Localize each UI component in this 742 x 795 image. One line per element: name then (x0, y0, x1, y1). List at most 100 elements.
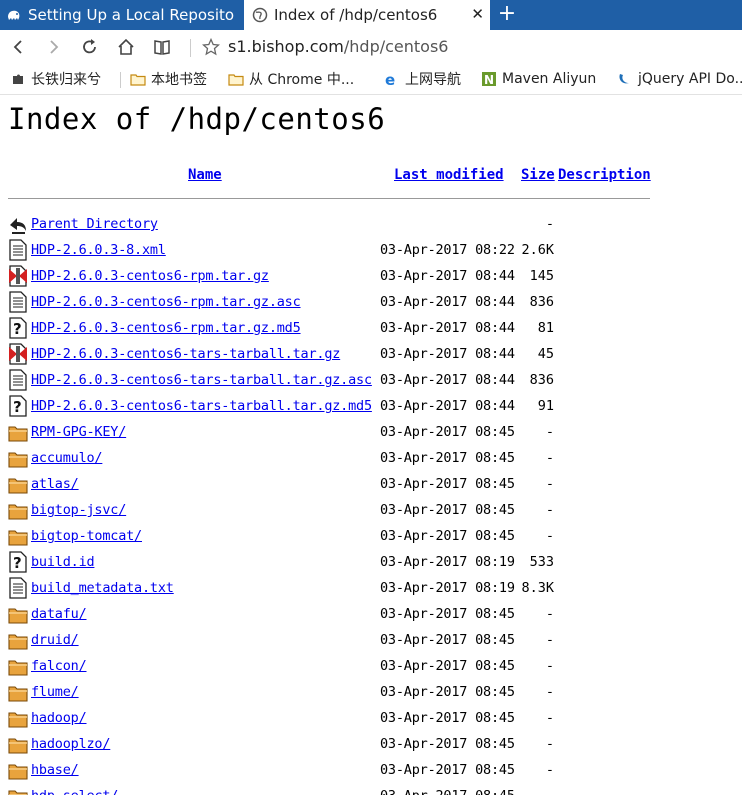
file-size: - (545, 450, 554, 466)
compressed-file-icon (8, 343, 28, 365)
folder-icon (228, 74, 244, 86)
bookmark-folder[interactable]: 本地书签 (130, 70, 207, 88)
file-link[interactable]: build.id (31, 554, 95, 570)
file-link[interactable]: bigtop-tomcat/ (31, 528, 142, 544)
last-modified: 03-Apr-2017 08:44 (380, 320, 515, 336)
file-link[interactable]: HDP-2.6.0.3-centos6-tars-tarball.tar.gz.… (31, 372, 372, 388)
file-link[interactable]: HDP-2.6.0.3-centos6-rpm.tar.gz (31, 268, 269, 284)
table-row: hadooplzo/03-Apr-2017 08:45 - (0, 731, 742, 757)
file-link[interactable]: hadooplzo/ (31, 736, 110, 752)
file-link[interactable]: falcon/ (31, 658, 87, 674)
table-row: accumulo/03-Apr-2017 08:45 - (0, 445, 742, 471)
bookmark-star-button[interactable] (199, 35, 223, 59)
column-description-link[interactable]: Description (558, 167, 651, 183)
file-link[interactable]: HDP-2.6.0.3-8.xml (31, 242, 166, 258)
table-row: ? build.id 03-Apr-2017 08:19 533 (0, 549, 742, 575)
svg-text:?: ? (13, 554, 22, 572)
file-link[interactable]: datafu/ (31, 606, 87, 622)
file-link[interactable]: flume/ (31, 684, 79, 700)
book-icon (154, 40, 170, 55)
column-name-link[interactable]: Name (188, 167, 222, 183)
table-row: ? HDP-2.6.0.3-centos6-rpm.tar.gz.md5 03-Ap… (0, 315, 742, 341)
url-host: s1.bishop.com (228, 37, 344, 56)
file-size: - (545, 476, 554, 492)
reading-list-button[interactable] (150, 35, 174, 59)
file-size: 836 (529, 372, 554, 388)
header-divider (8, 198, 650, 199)
home-button[interactable] (114, 35, 138, 59)
compressed-file-icon (8, 265, 28, 287)
bookmark-folder[interactable]: 从 Chrome 中... (228, 70, 354, 88)
table-row: hadoop/03-Apr-2017 08:45 - (0, 705, 742, 731)
arrow-right-icon (50, 40, 59, 54)
file-link[interactable]: accumulo/ (31, 450, 103, 466)
last-modified: 03-Apr-2017 08:44 (380, 268, 515, 284)
address-bar[interactable]: s1.bishop.com/hdp/centos6 (228, 37, 448, 56)
browser-toolbar: s1.bishop.com/hdp/centos6 (0, 30, 742, 64)
bookmark-item[interactable]: 长铁归来兮 (10, 70, 101, 88)
bookmark-item[interactable]: N Maven Aliyun (481, 70, 596, 88)
file-size: 836 (529, 294, 554, 310)
file-link[interactable]: HDP-2.6.0.3-centos6-tars-tarball.tar.gz (31, 346, 340, 362)
table-row: hbase/03-Apr-2017 08:45 - (0, 757, 742, 783)
bookmark-label: 上网导航 (405, 72, 461, 88)
back-button[interactable] (6, 35, 30, 59)
tab-index-of-hdp-centos6[interactable]: Index of /hdp/centos6 ✕ (244, 0, 490, 30)
folder-icon (8, 603, 28, 625)
bookmark-divider (120, 72, 121, 88)
file-link[interactable]: hdp-select/ (31, 788, 118, 795)
last-modified: 03-Apr-2017 08:44 (380, 346, 515, 362)
svg-text:N: N (484, 73, 494, 87)
table-row: hdp-select/03-Apr-2017 08:45- (0, 783, 742, 795)
close-tab-icon[interactable]: ✕ (471, 6, 484, 22)
file-link[interactable]: hbase/ (31, 762, 79, 778)
file-size: - (545, 710, 554, 726)
file-link[interactable]: HDP-2.6.0.3-centos6-tars-tarball.tar.gz.… (31, 398, 372, 414)
forward-button[interactable] (42, 35, 66, 59)
folder-icon (8, 681, 28, 703)
folder-icon (8, 447, 28, 469)
file-link[interactable]: RPM-GPG-KEY/ (31, 424, 126, 440)
file-link[interactable]: HDP-2.6.0.3-centos6-rpm.tar.gz.md5 (31, 320, 301, 336)
table-row: atlas/03-Apr-2017 08:45 - (0, 471, 742, 497)
table-row: HDP-2.6.0.3-centos6-tars-tarball.tar.gz.… (0, 367, 742, 393)
file-size: 533 (529, 554, 554, 570)
file-link[interactable]: build_metadata.txt (31, 580, 174, 596)
unknown-file-icon: ? (8, 317, 28, 339)
table-row: HDP-2.6.0.3-centos6-tars-tarball.tar.gz 0… (0, 341, 742, 367)
folder-icon (8, 707, 28, 729)
svg-text:e: e (385, 71, 395, 87)
column-size-link[interactable]: Size (521, 167, 555, 183)
file-link[interactable]: druid/ (31, 632, 79, 648)
elephant-icon (8, 10, 20, 20)
file-link[interactable]: bigtop-jsvc/ (31, 502, 126, 518)
tab-setting-up-local-repository[interactable]: Setting Up a Local Reposito (0, 0, 241, 30)
ie-icon: e (385, 71, 395, 87)
reload-icon (83, 39, 96, 54)
bookmark-item[interactable]: e 上网导航 (384, 70, 461, 88)
file-size: 81 (537, 320, 554, 336)
folder-icon (8, 473, 28, 495)
bookmark-label: 从 Chrome 中... (249, 72, 355, 88)
file-link[interactable]: atlas/ (31, 476, 79, 492)
file-size: - (545, 736, 554, 752)
bookmark-item[interactable]: jQuery API Do... (617, 70, 742, 88)
arrow-left-icon (13, 40, 22, 54)
new-tab-button[interactable]: + (496, 3, 518, 25)
parent-directory-link[interactable]: Parent Directory (31, 216, 158, 232)
file-link[interactable]: hadoop/ (31, 710, 87, 726)
column-last-modified-link[interactable]: Last modified (394, 167, 504, 183)
file-size: - (545, 684, 554, 700)
tab-title: Index of /hdp/centos6 (274, 6, 438, 24)
file-link[interactable]: HDP-2.6.0.3-centos6-rpm.tar.gz.asc (31, 294, 301, 310)
folder-icon (8, 421, 28, 443)
last-modified: 03-Apr-2017 08:45 (380, 476, 515, 492)
table-row: HDP-2.6.0.3-centos6-rpm.tar.gz.asc 03-Apr… (0, 289, 742, 315)
table-row: Parent Directory - (0, 211, 742, 237)
file-size: - (545, 528, 554, 544)
last-modified: 03-Apr-2017 08:45 (380, 424, 515, 440)
file-size: - (545, 606, 554, 622)
reload-button[interactable] (78, 35, 102, 59)
text-file-icon (8, 239, 28, 261)
table-row: datafu/03-Apr-2017 08:45 - (0, 601, 742, 627)
